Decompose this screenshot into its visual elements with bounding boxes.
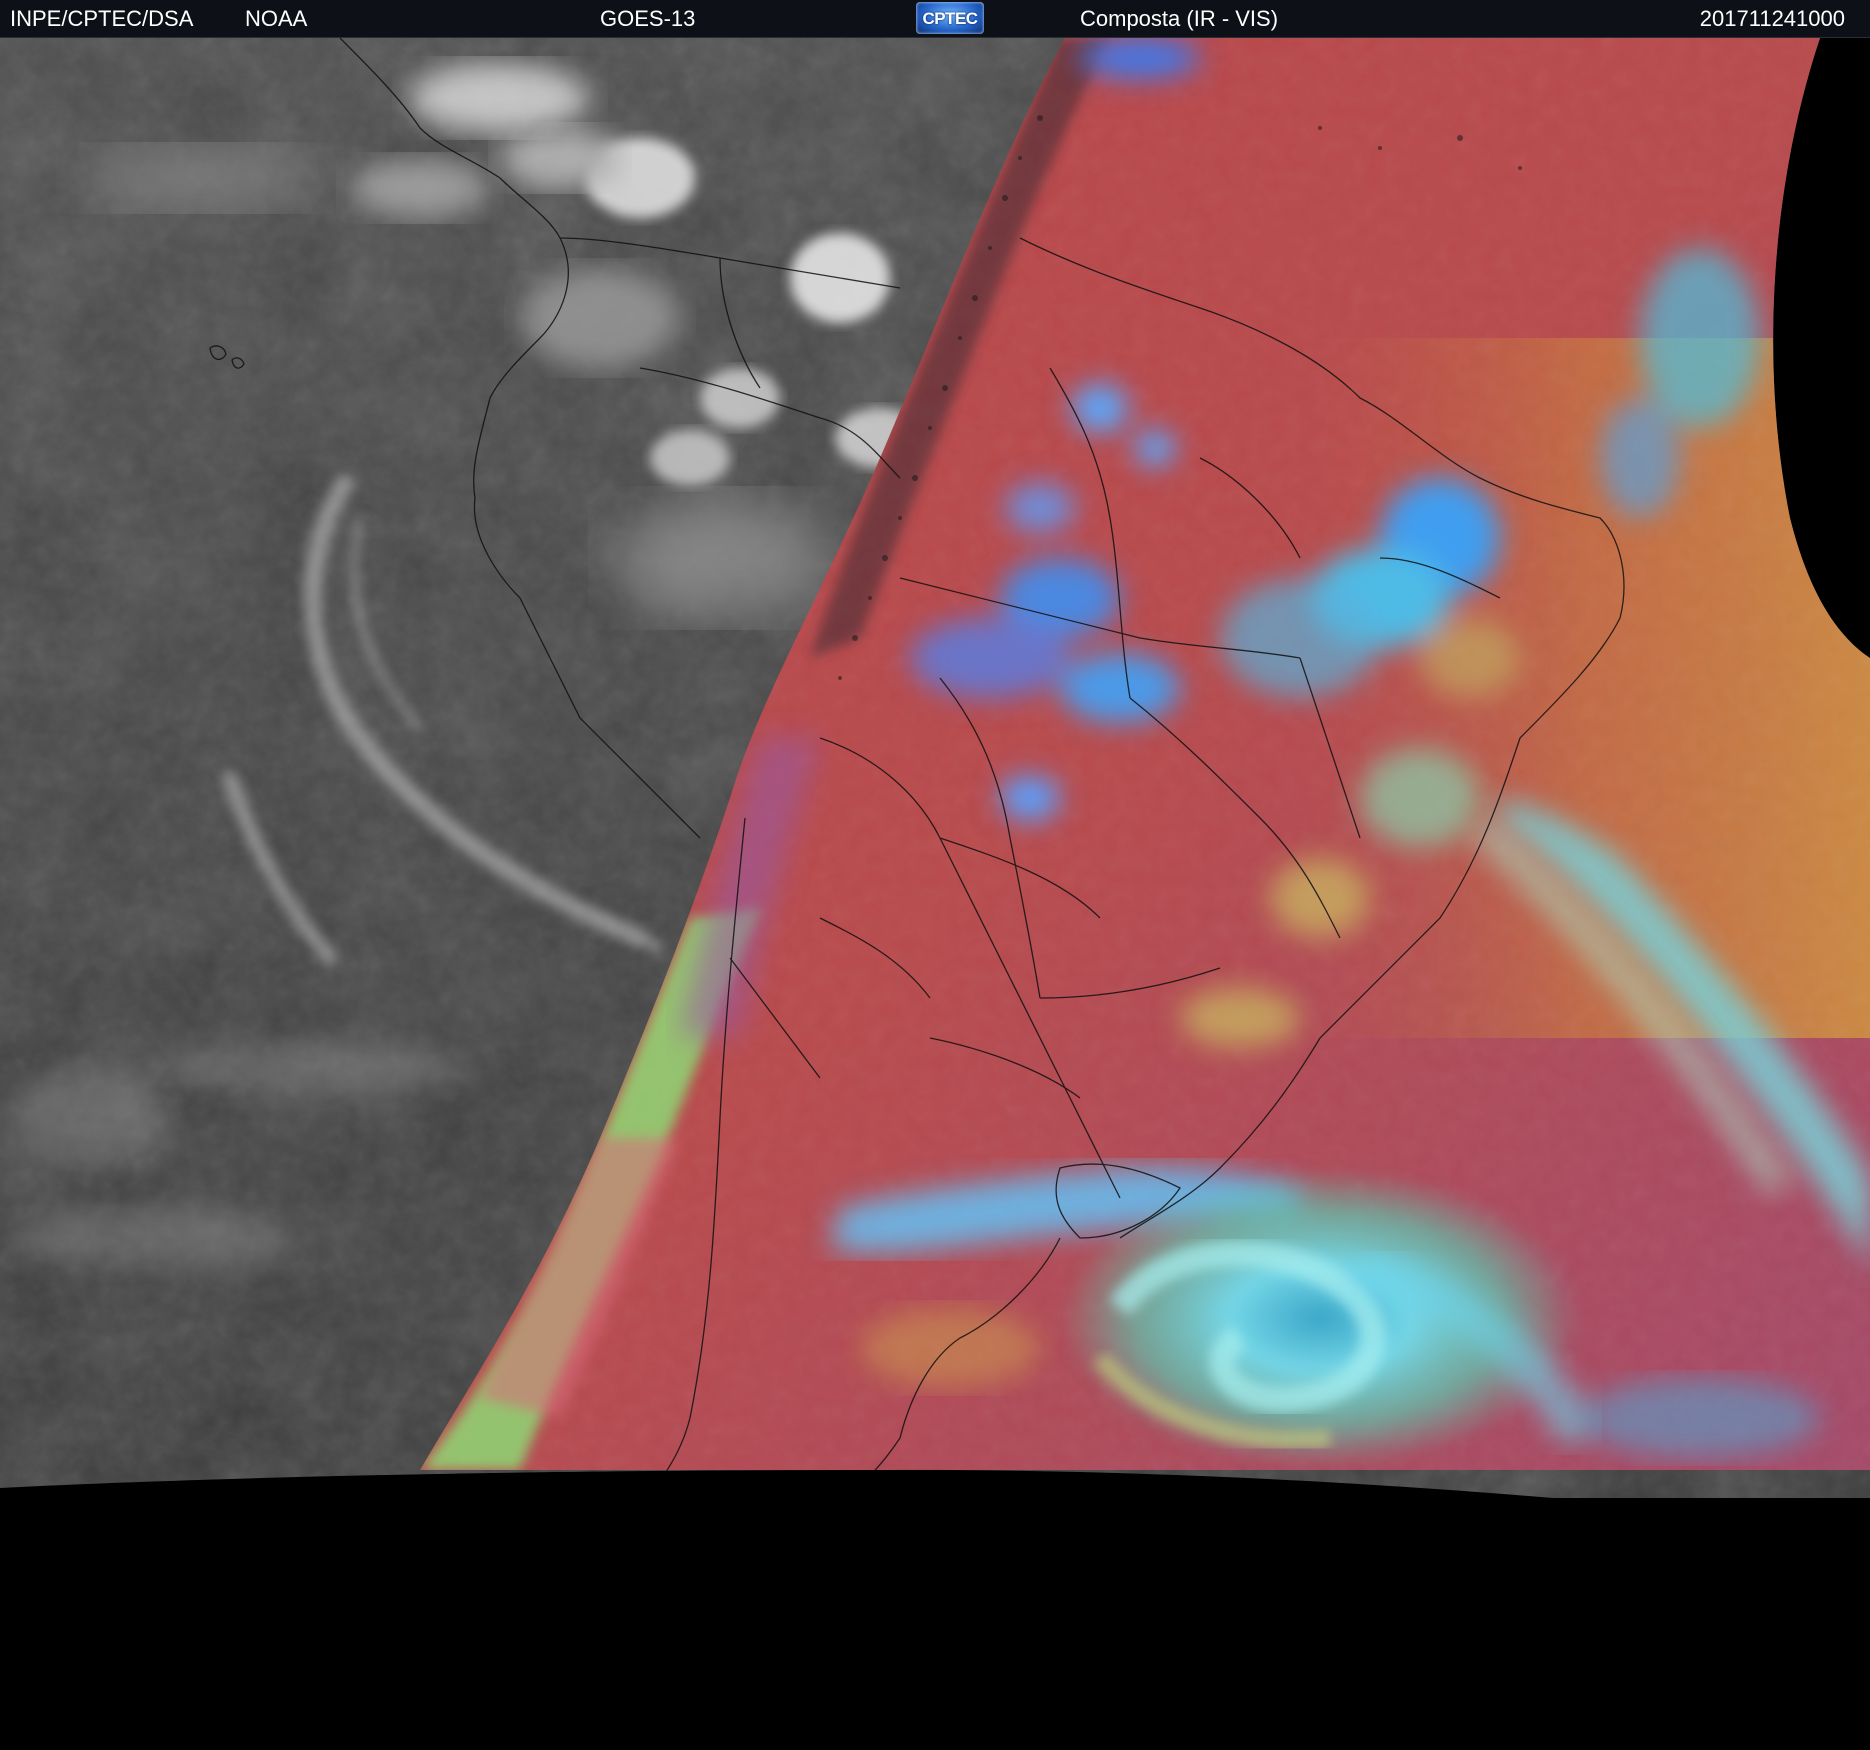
- cyclone: [1060, 1168, 1598, 1468]
- header-bar: INPE/CPTEC/DSA NOAA GOES-13 CPTEC Compos…: [0, 0, 1870, 38]
- satellite-image-frame: INPE/CPTEC/DSA NOAA GOES-13 CPTEC Compos…: [0, 0, 1870, 1750]
- earth-disk: [0, 38, 1870, 1499]
- agency-label: INPE/CPTEC/DSA: [10, 6, 194, 31]
- noaa-label: NOAA: [245, 6, 308, 31]
- timestamp-label: 201711241000: [1699, 6, 1845, 31]
- satellite-label: GOES-13: [600, 6, 696, 31]
- satellite-map: [0, 38, 1870, 1750]
- cptec-logo-text: CPTEC: [922, 9, 978, 28]
- product-label: Composta (IR - VIS): [1080, 6, 1279, 31]
- cptec-logo: CPTEC: [916, 2, 984, 34]
